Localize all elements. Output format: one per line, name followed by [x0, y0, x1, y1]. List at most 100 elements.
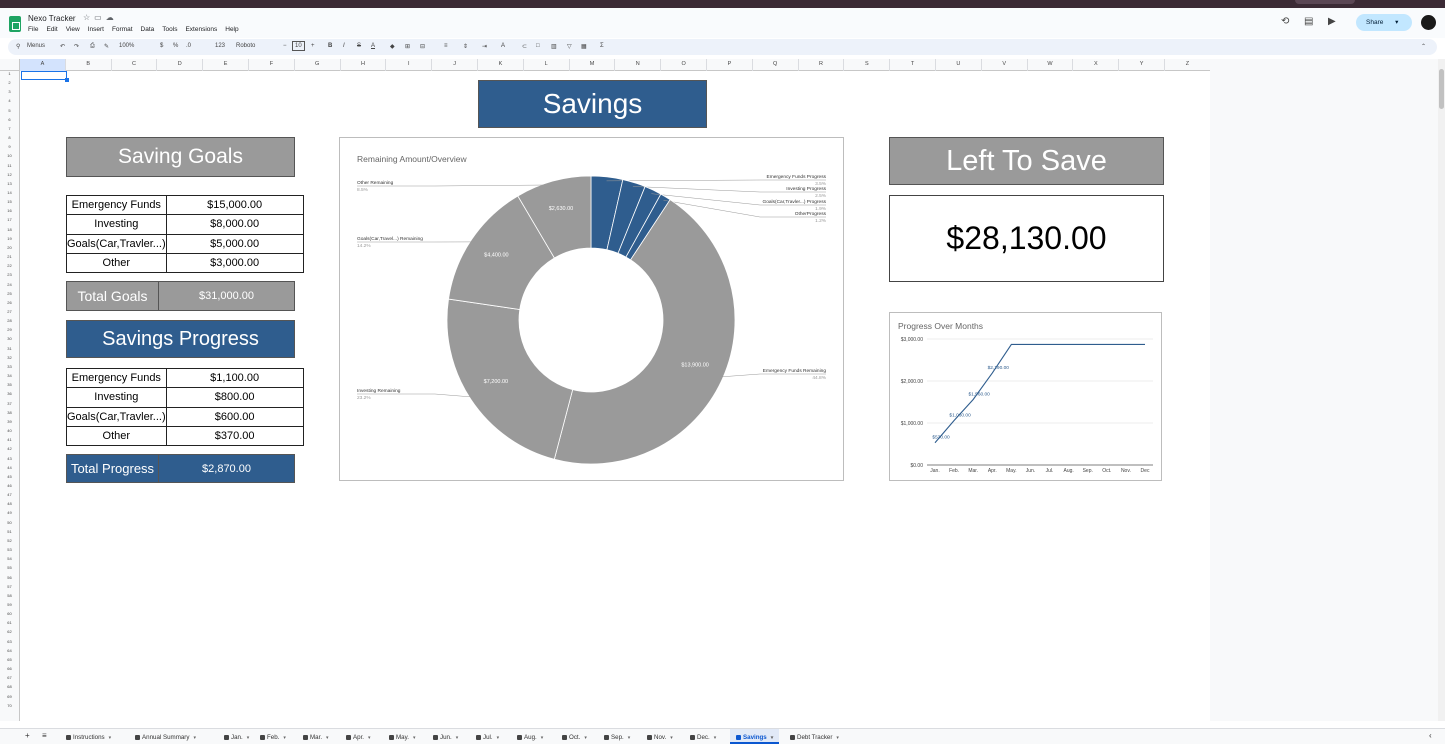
- column-header-z[interactable]: Z: [1165, 59, 1211, 71]
- sheet-tab-nov[interactable]: Nov. ▾: [647, 734, 673, 741]
- row-header-31[interactable]: 31: [0, 346, 19, 351]
- row-header-68[interactable]: 68: [0, 684, 19, 689]
- column-header-e[interactable]: E: [203, 59, 249, 71]
- progress-value[interactable]: $1,100.00: [165, 367, 304, 389]
- print-icon[interactable]: ⎙: [90, 43, 95, 50]
- progress-label[interactable]: Other: [66, 425, 167, 447]
- vertical-align-icon[interactable]: ⇕: [463, 43, 468, 50]
- sheet-tab-mar[interactable]: Mar. ▾: [303, 734, 329, 741]
- sheet-tab-jul[interactable]: Jul. ▾: [476, 734, 499, 741]
- row-header-58[interactable]: 58: [0, 593, 19, 598]
- row-header-50[interactable]: 50: [0, 520, 19, 525]
- column-header[interactable]: ABCDEFGHIJKLMNOPQRSTUVWXYZ: [20, 59, 1211, 71]
- row-header-10[interactable]: 10: [0, 153, 19, 158]
- sheet-tab-savings[interactable]: Savings ▾: [730, 729, 780, 744]
- row-header-24[interactable]: 24: [0, 282, 19, 287]
- column-header-u[interactable]: U: [936, 59, 982, 71]
- redo-icon[interactable]: ↷: [74, 43, 79, 50]
- chevron-down-icon[interactable]: ▾: [541, 735, 544, 741]
- row-header-2[interactable]: 2: [0, 80, 19, 85]
- progress-label[interactable]: Emergency Funds: [66, 367, 167, 389]
- row-header-22[interactable]: 22: [0, 263, 19, 268]
- row-header-46[interactable]: 46: [0, 483, 19, 488]
- row-header-55[interactable]: 55: [0, 565, 19, 570]
- chevron-down-icon[interactable]: ▾: [283, 735, 286, 741]
- column-header-a[interactable]: A: [20, 59, 66, 71]
- sheets-logo-icon[interactable]: [9, 16, 21, 32]
- cloud-status-icon[interactable]: ☁: [106, 13, 118, 22]
- progress-label[interactable]: Investing: [66, 387, 167, 408]
- column-header-s[interactable]: S: [844, 59, 891, 71]
- text-rotate-icon[interactable]: A: [501, 43, 505, 49]
- align-icon[interactable]: ≡: [444, 43, 448, 49]
- row-header-5[interactable]: 5: [0, 108, 19, 113]
- column-header-h[interactable]: H: [341, 59, 387, 71]
- row-header-57[interactable]: 57: [0, 584, 19, 589]
- share-button[interactable]: Share ▾: [1356, 14, 1412, 31]
- scrollbar-thumb[interactable]: [1439, 69, 1444, 109]
- chevron-down-icon[interactable]: ▾: [193, 735, 196, 741]
- percent-format[interactable]: %: [173, 43, 178, 49]
- text-color-icon[interactable]: A: [371, 43, 375, 49]
- row-header-70[interactable]: 70: [0, 703, 19, 708]
- column-header-i[interactable]: I: [386, 59, 433, 71]
- row-header-34[interactable]: 34: [0, 373, 19, 378]
- row-header-36[interactable]: 36: [0, 391, 19, 396]
- more-formats[interactable]: 123: [215, 43, 225, 49]
- row-header-29[interactable]: 29: [0, 327, 19, 332]
- bold-icon[interactable]: B: [328, 43, 332, 49]
- row-header-56[interactable]: 56: [0, 575, 19, 580]
- menus-search[interactable]: Menus: [27, 43, 45, 49]
- row-header-43[interactable]: 43: [0, 456, 19, 461]
- column-header-p[interactable]: P: [707, 59, 753, 71]
- chevron-down-icon[interactable]: ▾: [326, 735, 329, 741]
- sheet-tab-oct[interactable]: Oct. ▾: [562, 734, 587, 741]
- row-header-54[interactable]: 54: [0, 556, 19, 561]
- increase-font-size-icon[interactable]: +: [311, 43, 315, 49]
- goal-value[interactable]: $5,000.00: [165, 233, 304, 254]
- row-header-63[interactable]: 63: [0, 639, 19, 644]
- menu-file[interactable]: File: [28, 26, 38, 33]
- explore-icon[interactable]: ‹: [1429, 731, 1432, 740]
- row-header-41[interactable]: 41: [0, 437, 19, 442]
- column-header-r[interactable]: R: [799, 59, 845, 71]
- chevron-down-icon[interactable]: ▾: [109, 735, 112, 741]
- fill-color-icon[interactable]: ◆: [390, 43, 395, 50]
- series-line[interactable]: [934, 343, 1145, 444]
- chevron-down-icon[interactable]: ▾: [247, 735, 250, 741]
- select-all-corner[interactable]: [0, 59, 20, 71]
- row-header-47[interactable]: 47: [0, 492, 19, 497]
- total-progress-label[interactable]: Total Progress: [67, 455, 159, 482]
- menu-format[interactable]: Format: [112, 26, 133, 33]
- chevron-down-icon[interactable]: ▾: [584, 735, 587, 741]
- row-header-37[interactable]: 37: [0, 401, 19, 406]
- chevron-down-icon[interactable]: ▾: [413, 735, 416, 741]
- document-title[interactable]: Nexo Tracker: [28, 14, 76, 23]
- avatar[interactable]: [1421, 15, 1436, 30]
- row-header-6[interactable]: 6: [0, 117, 19, 122]
- undo-icon[interactable]: ↶: [60, 43, 65, 50]
- chevron-down-icon[interactable]: ▾: [670, 735, 673, 741]
- total-goals-label[interactable]: Total Goals: [67, 282, 159, 310]
- progress-label[interactable]: Goals(Car,Travler...): [66, 406, 167, 427]
- row-header-65[interactable]: 65: [0, 657, 19, 662]
- sheet-tab-debt-tracker[interactable]: Debt Tracker ▾: [790, 734, 839, 741]
- row-header-16[interactable]: 16: [0, 208, 19, 213]
- row-header-33[interactable]: 33: [0, 364, 19, 369]
- row-header-61[interactable]: 61: [0, 620, 19, 625]
- sheet-tab-annual-summary[interactable]: Annual Summary ▾: [135, 734, 196, 741]
- row-header-69[interactable]: 69: [0, 694, 19, 699]
- row-header-42[interactable]: 42: [0, 446, 19, 451]
- menu-help[interactable]: Help: [225, 26, 238, 33]
- row-header-1[interactable]: 1: [0, 71, 19, 76]
- link-icon[interactable]: ⊂: [522, 43, 527, 50]
- column-header-b[interactable]: B: [66, 59, 112, 71]
- row-header-32[interactable]: 32: [0, 355, 19, 360]
- row-header-25[interactable]: 25: [0, 291, 19, 296]
- row-header-12[interactable]: 12: [0, 172, 19, 177]
- merge-cells-icon[interactable]: ⊟: [420, 43, 425, 50]
- progress-value[interactable]: $600.00: [165, 406, 304, 427]
- chevron-down-icon[interactable]: ▾: [714, 735, 717, 741]
- goal-label[interactable]: Investing: [66, 214, 167, 235]
- chevron-down-icon[interactable]: ▾: [368, 735, 371, 741]
